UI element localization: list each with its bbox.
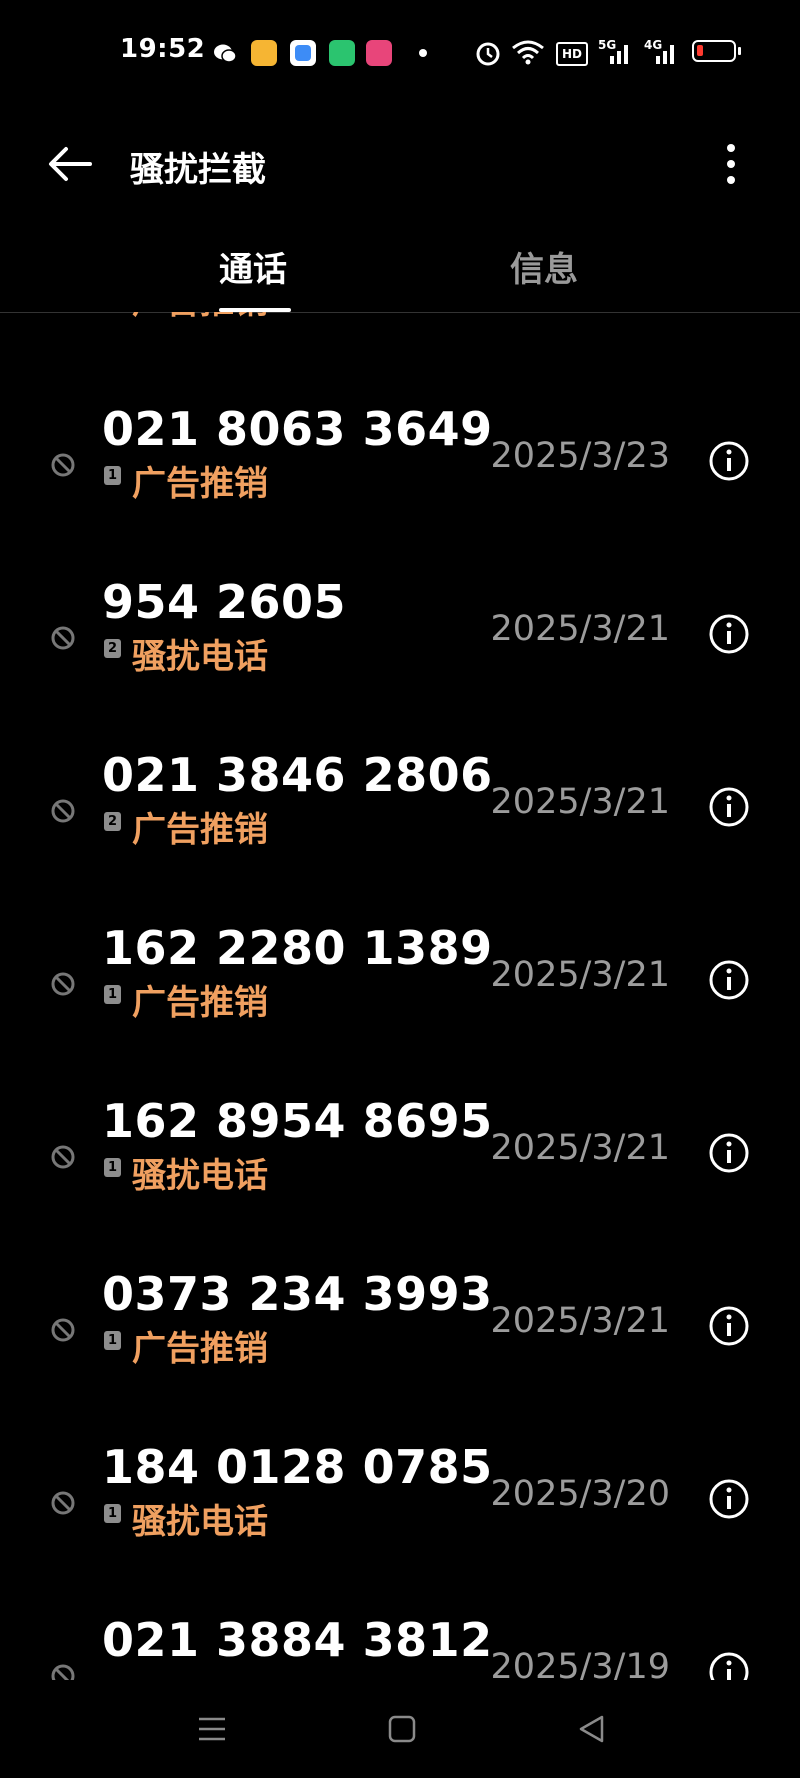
info-icon[interactable] <box>708 1651 750 1680</box>
tab-messages[interactable]: 信息 <box>510 242 578 291</box>
hd-label: HD <box>561 47 582 61</box>
phone-number: 162 2280 1389 <box>102 921 493 975</box>
list-item[interactable]: 021 8063 3649 1 广告推销 2025/3/23 <box>0 394 800 567</box>
sim-badge: 2 <box>104 812 121 831</box>
info-icon[interactable] <box>708 1305 750 1347</box>
page-title: 骚扰拦截 <box>130 150 266 190</box>
block-reason-tag: 骚扰电话 <box>132 1156 268 1196</box>
wechat-icon <box>214 44 237 63</box>
block-icon <box>51 972 75 996</box>
tab-calls[interactable]: 通话 <box>219 242 287 291</box>
sim-badge: 1 <box>104 1331 121 1350</box>
blue-app-icon <box>290 40 316 66</box>
call-date: 2025/3/19 <box>490 1647 670 1680</box>
sim-badge: 1 <box>104 466 121 485</box>
signal-4g-label: 4G <box>644 38 663 52</box>
block-icon <box>51 1491 75 1515</box>
block-reason-tag: 骚扰电话 <box>132 1502 268 1542</box>
block-icon <box>51 626 75 650</box>
list-item-partial[interactable]: 021 3884 3812 2025/3/19 <box>0 1605 800 1680</box>
block-reason-tag: 广告推销 <box>132 312 268 323</box>
info-icon[interactable] <box>708 1478 750 1520</box>
info-icon[interactable] <box>708 613 750 655</box>
back-triangle-icon[interactable] <box>575 1712 609 1746</box>
info-icon[interactable] <box>708 786 750 828</box>
phone-number: 0373 234 3993 <box>102 1267 493 1321</box>
blocked-call-list: 1 广告推销 021 8063 3649 1 广告推销 2025/3/23 95… <box>0 312 800 1680</box>
block-reason-tag: 骚扰电话 <box>132 637 268 677</box>
signal-5g-label: 5G <box>598 38 617 52</box>
info-icon[interactable] <box>708 440 750 482</box>
mail-icon <box>251 40 277 66</box>
phone-number: 021 3846 2806 <box>102 748 493 802</box>
home-square-icon[interactable] <box>385 1712 419 1746</box>
block-icon <box>51 453 75 477</box>
sim-badge: 1 <box>104 1158 121 1177</box>
battery-low-icon <box>692 40 741 62</box>
phone-number: 954 2605 <box>102 575 347 629</box>
system-nav-bar <box>0 1680 800 1778</box>
status-time: 19:52 <box>120 34 206 64</box>
call-date: 2025/3/21 <box>490 609 670 649</box>
call-date: 2025/3/21 <box>490 1301 670 1341</box>
sim-badge: 1 <box>104 985 121 1004</box>
block-reason-tag: 广告推销 <box>132 1329 268 1369</box>
block-icon <box>51 1318 75 1342</box>
wifi-icon <box>512 40 544 65</box>
sim-badge: 2 <box>104 639 121 658</box>
phone-number: 021 3884 3812 <box>102 1613 493 1667</box>
info-icon[interactable] <box>708 959 750 1001</box>
dot-icon <box>419 49 427 57</box>
phone-number: 184 0128 0785 <box>102 1440 493 1494</box>
arrow-left-icon[interactable] <box>46 144 92 184</box>
list-item[interactable]: 162 8954 8695 1 骚扰电话 2025/3/21 <box>0 1086 800 1259</box>
list-item[interactable]: 954 2605 2 骚扰电话 2025/3/21 <box>0 567 800 740</box>
more-vertical-icon[interactable] <box>716 142 746 186</box>
list-item[interactable]: 184 0128 0785 1 骚扰电话 2025/3/20 <box>0 1432 800 1605</box>
pink-app-icon <box>366 40 392 66</box>
menu-icon[interactable] <box>195 1712 229 1746</box>
tab-bar: 通话 信息 <box>0 216 800 313</box>
sim-badge: 1 <box>104 1504 121 1523</box>
call-date: 2025/3/20 <box>490 1474 670 1514</box>
block-icon <box>51 1145 75 1169</box>
info-icon[interactable] <box>708 1132 750 1174</box>
signal-4g-icon: 4G <box>644 38 680 66</box>
alarm-icon <box>476 42 500 66</box>
block-reason-tag: 广告推销 <box>132 983 268 1023</box>
call-date: 2025/3/21 <box>490 955 670 995</box>
block-icon <box>51 799 75 823</box>
list-item[interactable]: 0373 234 3993 1 广告推销 2025/3/21 <box>0 1259 800 1432</box>
phone-number: 021 8063 3649 <box>102 402 493 456</box>
call-date: 2025/3/21 <box>490 782 670 822</box>
block-reason-tag: 广告推销 <box>132 810 268 850</box>
block-reason-tag: 广告推销 <box>132 464 268 504</box>
list-item[interactable]: 021 3846 2806 2 广告推销 2025/3/21 <box>0 740 800 913</box>
signal-5g-icon: 5G <box>598 38 634 66</box>
block-icon <box>51 1664 75 1680</box>
call-date: 2025/3/21 <box>490 1128 670 1168</box>
green-app-icon <box>329 40 355 66</box>
phone-number: 162 8954 8695 <box>102 1094 493 1148</box>
status-bar: 19:52 HD 5G 4G <box>0 0 800 106</box>
app-header: 骚扰拦截 <box>0 106 800 216</box>
call-date: 2025/3/23 <box>490 436 670 476</box>
hd-icon: HD <box>556 42 588 66</box>
list-item[interactable]: 162 2280 1389 1 广告推销 2025/3/21 <box>0 913 800 1086</box>
